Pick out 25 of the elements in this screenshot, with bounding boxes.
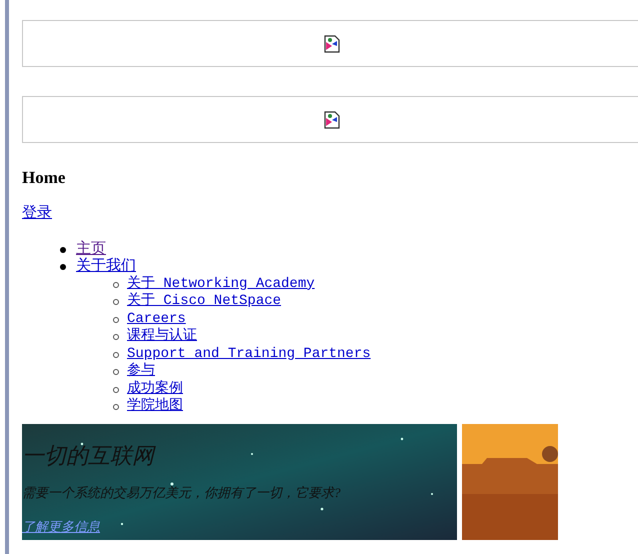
bullet-icon (113, 282, 119, 288)
bullet-icon (60, 264, 66, 270)
bullet-icon (113, 386, 119, 392)
nav-link[interactable]: Support and Training Partners (127, 346, 371, 364)
nav-link[interactable]: 主页 (76, 240, 106, 258)
broken-image-icon (323, 34, 341, 52)
bullet-icon (113, 316, 119, 322)
nav-link[interactable]: 学院地图 (127, 398, 183, 416)
bullet-icon (113, 404, 119, 410)
bullet-icon (113, 334, 119, 340)
nav-link[interactable]: 课程与认证 (127, 328, 197, 346)
page-heading: Home (22, 169, 66, 186)
bullet-icon (60, 246, 66, 252)
nav-link[interactable]: 关于 Networking Academy (127, 276, 315, 294)
nav-link[interactable]: 参与 (127, 363, 155, 381)
login-link[interactable]: 登录 (22, 204, 52, 223)
nav-link[interactable]: 成功案例 (127, 380, 183, 398)
nav-link[interactable]: 关于我们 (76, 258, 136, 276)
nav-link[interactable]: 关于 Cisco NetSpace (127, 293, 282, 311)
broken-image-icon (323, 110, 341, 128)
bullet-icon (113, 369, 119, 375)
banner-text: 需要一个系统的交易万亿美元，你拥有了一切，它要求? (22, 484, 340, 502)
nav-link[interactable]: Careers (127, 310, 186, 328)
bullet-icon (113, 352, 119, 358)
bullet-icon (113, 299, 119, 305)
